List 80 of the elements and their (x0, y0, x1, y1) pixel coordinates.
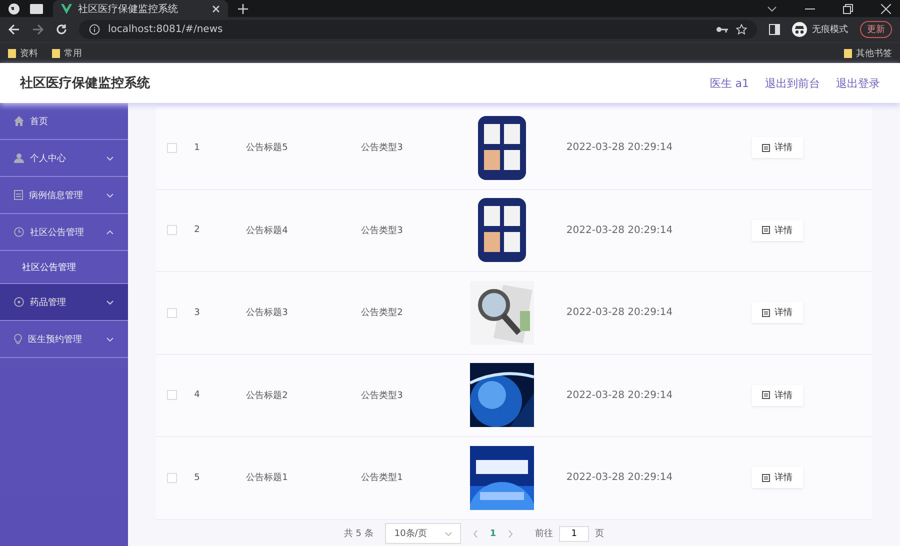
incognito-icon[interactable] (792, 22, 807, 37)
document-icon (762, 226, 770, 234)
bookmark[interactable]: 资料 (8, 46, 38, 60)
header-link[interactable]: 医生 a1 (710, 76, 749, 90)
table-cell-text: 公告标题2 (245, 390, 289, 402)
chevron-down-icon[interactable] (767, 6, 777, 12)
table-cell-text: 2022-03-28 20:29:14 (565, 307, 674, 318)
document-icon (14, 190, 23, 200)
close-icon[interactable] (881, 4, 891, 14)
page-size-select[interactable]: 10条/页 (385, 523, 461, 544)
window-icon[interactable] (30, 4, 43, 14)
table-cell-text: 公告类型1 (360, 472, 404, 484)
table-cell-text: 公告类型2 (360, 306, 404, 320)
table-cell-text: 公告标题4 (245, 224, 289, 237)
table-cell-text: 公告类型3 (360, 224, 404, 237)
header-link[interactable]: 退出到前台 (765, 76, 820, 90)
key-icon[interactable] (716, 26, 728, 33)
address-field[interactable]: localhost:8081/#/news (79, 20, 757, 39)
vue-logo-icon (61, 4, 72, 14)
table-cell-text: 公告标题3 (245, 306, 289, 320)
table-cell-text: 3 (193, 308, 201, 318)
detail-button[interactable]: 详情 (752, 220, 802, 241)
disc-icon (14, 297, 24, 307)
person-icon (14, 153, 24, 163)
chevron-up-icon (106, 230, 114, 234)
document-icon (762, 144, 770, 152)
profile-label: 无痕模式 (812, 24, 848, 36)
document-icon (762, 308, 770, 317)
sidebar-panel-icon[interactable] (769, 24, 780, 35)
row-checkbox[interactable] (167, 308, 177, 318)
table-cell-text: 5 (193, 472, 201, 483)
row-checkbox[interactable] (167, 472, 177, 483)
table-cell-text: 2022-03-28 20:29:14 (565, 142, 674, 154)
table-cell-text: 2022-03-28 20:29:14 (565, 390, 674, 401)
table-cell-text: 公告类型3 (360, 390, 404, 402)
chevron-down-icon (444, 532, 452, 536)
table-cell-text: 4 (193, 390, 201, 400)
plus-icon[interactable] (238, 4, 248, 14)
chevron-down-icon (106, 300, 114, 304)
info-icon (89, 24, 100, 35)
browser-tab[interactable]: 社区医疗保健监控系统 (53, 0, 228, 17)
chevron-down-icon (106, 192, 114, 198)
page-suffix: 页 (595, 528, 604, 540)
table-cell-text: 公告标题1 (245, 472, 289, 484)
back-arrow-icon[interactable] (8, 24, 20, 35)
reload-icon[interactable] (56, 24, 67, 35)
forward-arrow-icon[interactable] (32, 24, 44, 35)
update-button[interactable]: 更新 (860, 21, 892, 38)
other-bookmarks[interactable]: 其他书签 (844, 46, 892, 60)
detail-button[interactable]: 详情 (752, 384, 802, 406)
home-icon (14, 116, 24, 126)
restore-icon[interactable] (843, 4, 853, 14)
row-checkbox[interactable] (167, 390, 177, 400)
menu-item[interactable]: 药品管理 (0, 284, 128, 321)
header-link[interactable]: 退出登录 (836, 76, 880, 90)
table-cell-text: 公告类型3 (360, 142, 404, 154)
chevron-down-icon (106, 336, 114, 342)
document-icon (762, 474, 770, 482)
table-cell-text: 2022-03-28 20:29:14 (565, 224, 674, 236)
chevron-down-icon (106, 156, 114, 160)
row-checkbox[interactable] (167, 225, 177, 236)
total-count: 共 5 条 (344, 528, 374, 540)
table-cell-text: 1 (193, 142, 201, 153)
close-icon[interactable] (212, 4, 220, 12)
detail-button[interactable]: 详情 (752, 302, 802, 324)
goto-label: 前往 (535, 528, 554, 540)
app-title: 社区医疗保健监控系统 (20, 74, 150, 92)
table-cell-text: 2022-03-28 20:29:14 (565, 472, 674, 484)
page-input[interactable]: 1 (559, 526, 590, 542)
row-checkbox[interactable] (167, 142, 177, 153)
document-icon (762, 391, 770, 400)
bookmark[interactable]: 常用 (52, 46, 82, 60)
clock-icon (14, 227, 24, 237)
table-cell-text: 2 (193, 225, 201, 236)
table-cell-text: 公告标题5 (245, 142, 289, 154)
minimize-icon[interactable] (805, 8, 815, 10)
star-icon[interactable] (736, 24, 747, 35)
detail-button[interactable]: 详情 (752, 467, 802, 488)
detail-button[interactable]: 详情 (752, 137, 802, 158)
lightbulb-icon (14, 334, 22, 344)
